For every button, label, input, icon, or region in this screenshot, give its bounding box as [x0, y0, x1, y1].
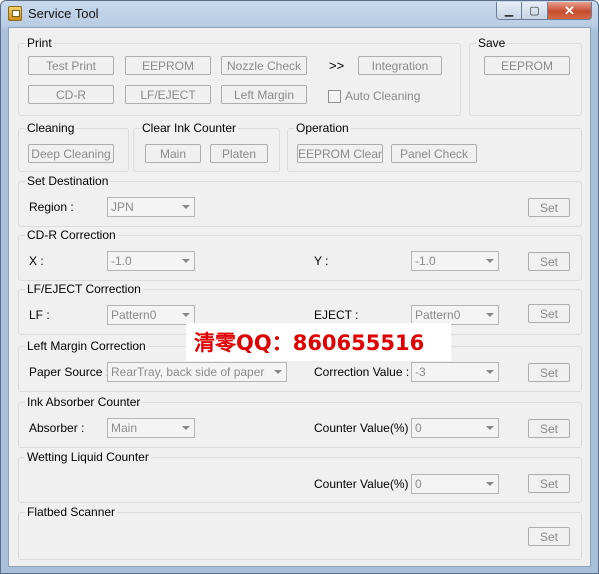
cdr-correction-group: CD-R Correction X : -1.0 Y : -1.0 Set: [18, 228, 582, 281]
region-label: Region :: [29, 200, 74, 214]
correction-value-label: Correction Value :: [314, 365, 410, 379]
wetting-counter-label: Counter Value(%) :: [314, 477, 416, 491]
correction-value: -3: [415, 365, 426, 379]
operation-group-label: Operation: [294, 121, 351, 135]
auto-cleaning-checkbox[interactable]: [328, 90, 341, 103]
eject-select[interactable]: Pattern0: [411, 305, 499, 325]
eject-value: Pattern0: [415, 308, 461, 322]
wetting-counter-value: 0: [415, 477, 422, 491]
nozzle-check-button[interactable]: Nozzle Check: [221, 56, 307, 75]
set-destination-button[interactable]: Set: [528, 198, 570, 217]
ink-absorber-set-button[interactable]: Set: [528, 419, 570, 438]
maximize-button[interactable]: ▢: [522, 2, 548, 20]
left-margin-correction-label: Left Margin Correction: [25, 339, 148, 353]
absorber-counter-value: 0: [415, 421, 422, 435]
y-value: -1.0: [415, 254, 436, 268]
caption-buttons: ▁ ▢ ✕: [496, 2, 592, 20]
clear-ink-counter-label: Clear Ink Counter: [140, 121, 239, 135]
save-group: Save EEPROM: [469, 36, 582, 116]
absorber-counter-label: Counter Value(%) :: [314, 421, 416, 435]
y-select[interactable]: -1.0: [411, 251, 499, 271]
lf-eject-set-button[interactable]: Set: [528, 304, 570, 323]
left-margin-button[interactable]: Left Margin: [221, 85, 307, 104]
cdr-correction-label: CD-R Correction: [25, 228, 118, 242]
absorber-value: Main: [111, 421, 138, 435]
flatbed-scanner-label: Flatbed Scanner: [25, 505, 118, 519]
eeprom-clear-button[interactable]: EEPROM Clear: [297, 144, 383, 163]
print-group: Print Test Print EEPROM Nozzle Check >> …: [18, 36, 461, 116]
paper-source-select[interactable]: RearTray, back side of paper: [107, 362, 287, 382]
chevron-down-icon: [182, 259, 190, 263]
title-bar[interactable]: Service Tool ▁ ▢ ✕: [1, 1, 598, 27]
absorber-counter-select[interactable]: 0: [411, 418, 499, 438]
chevron-down-icon: [486, 259, 494, 263]
chevron-down-icon: [182, 205, 190, 209]
cleaning-group-label: Cleaning: [25, 121, 77, 135]
chevron-down-icon: [486, 482, 494, 486]
ink-absorber-label: Ink Absorber Counter: [25, 395, 143, 409]
left-margin-set-button[interactable]: Set: [528, 363, 570, 382]
close-icon: ✕: [564, 2, 575, 18]
app-icon: [8, 6, 22, 21]
arrows-label: >>: [329, 58, 345, 73]
chevron-down-icon: [182, 313, 190, 317]
x-value: -1.0: [111, 254, 132, 268]
clear-main-button[interactable]: Main: [145, 144, 201, 163]
chevron-down-icon: [182, 426, 190, 430]
eject-label: EJECT :: [314, 308, 359, 322]
wetting-liquid-label: Wetting Liquid Counter: [25, 450, 151, 464]
wetting-liquid-set-button[interactable]: Set: [528, 474, 570, 493]
minimize-icon: ▁: [504, 5, 514, 17]
wetting-liquid-group: Wetting Liquid Counter Counter Value(%) …: [18, 450, 582, 503]
lf-eject-correction-label: LF/EJECT Correction: [25, 282, 143, 296]
flatbed-set-button[interactable]: Set: [528, 527, 570, 546]
lf-select[interactable]: Pattern0: [107, 305, 195, 325]
panel-check-button[interactable]: Panel Check: [391, 144, 477, 163]
x-label: X :: [29, 254, 44, 268]
y-label: Y :: [314, 254, 329, 268]
clear-ink-counter-group: Clear Ink Counter Main Platen: [133, 121, 280, 172]
flatbed-scanner-group: Flatbed Scanner Set: [18, 505, 582, 560]
region-value: JPN: [111, 200, 134, 214]
wetting-counter-select[interactable]: 0: [411, 474, 499, 494]
integration-button[interactable]: Integration: [358, 56, 442, 75]
deep-cleaning-button[interactable]: Deep Cleaning: [28, 144, 114, 163]
cdr-set-button[interactable]: Set: [528, 252, 570, 271]
operation-group: Operation EEPROM Clear Panel Check: [287, 121, 582, 172]
set-destination-group: Set Destination Region : JPN Set: [18, 174, 582, 227]
absorber-select[interactable]: Main: [107, 418, 195, 438]
chevron-down-icon: [486, 313, 494, 317]
paper-source-label: Paper Source :: [29, 365, 110, 379]
close-button[interactable]: ✕: [548, 2, 592, 20]
cleaning-group: Cleaning Deep Cleaning: [18, 121, 129, 172]
ink-absorber-group: Ink Absorber Counter Absorber : Main Cou…: [18, 395, 582, 448]
x-select[interactable]: -1.0: [107, 251, 195, 271]
lf-label: LF :: [29, 308, 50, 322]
eeprom-button[interactable]: EEPROM: [125, 56, 211, 75]
lf-eject-button[interactable]: LF/EJECT: [125, 85, 211, 104]
print-group-label: Print: [25, 36, 54, 50]
paper-source-value: RearTray, back side of paper: [111, 365, 265, 379]
minimize-button[interactable]: ▁: [496, 2, 522, 20]
correction-value-select[interactable]: -3: [411, 362, 499, 382]
chevron-down-icon: [486, 370, 494, 374]
region-select[interactable]: JPN: [107, 197, 195, 217]
client-area: Print Test Print EEPROM Nozzle Check >> …: [8, 27, 591, 567]
set-destination-label: Set Destination: [25, 174, 111, 188]
qq-watermark: 清零QQ：860655516: [186, 323, 451, 361]
auto-cleaning-label: Auto Cleaning: [345, 89, 421, 103]
window-title: Service Tool: [28, 6, 99, 21]
test-print-button[interactable]: Test Print: [28, 56, 114, 75]
lf-value: Pattern0: [111, 308, 157, 322]
save-group-label: Save: [476, 36, 508, 50]
absorber-label: Absorber :: [29, 421, 85, 435]
clear-platen-button[interactable]: Platen: [210, 144, 268, 163]
chevron-down-icon: [274, 370, 282, 374]
cdr-button[interactable]: CD-R: [28, 85, 114, 104]
save-eeprom-button[interactable]: EEPROM: [484, 56, 570, 75]
service-tool-window: Service Tool ▁ ▢ ✕ Print Test Print EEPR…: [0, 0, 599, 574]
chevron-down-icon: [486, 426, 494, 430]
maximize-icon: ▢: [529, 5, 540, 17]
